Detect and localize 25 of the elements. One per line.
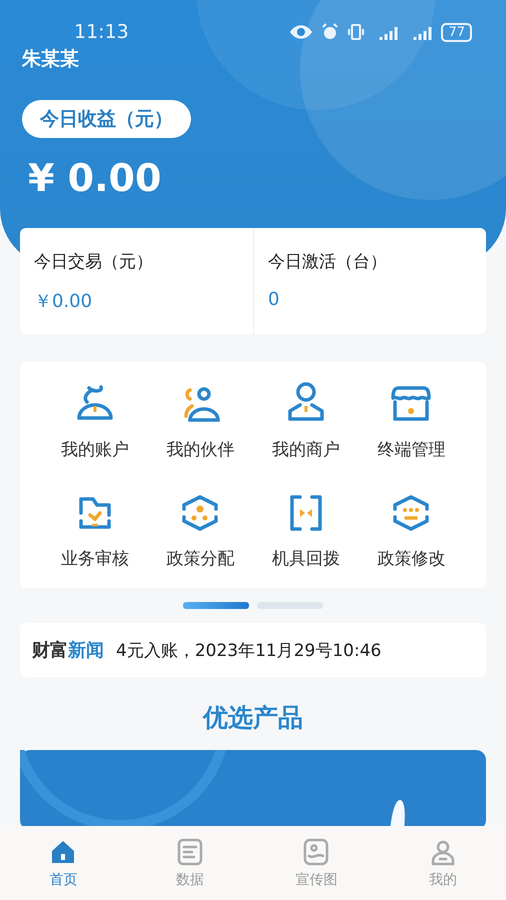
battery-level: 77: [441, 22, 472, 42]
menu-item[interactable]: 我的商户: [272, 438, 340, 461]
menu-item[interactable]: 政策修改: [377, 547, 446, 570]
stat-label: 今日激活（台）: [268, 251, 388, 273]
menu-item[interactable]: 机具回拨: [272, 547, 340, 570]
news-text: 4元入账，2023年11月29号10:46: [116, 640, 382, 662]
stat-value: ￥0.00: [34, 290, 94, 313]
stat-value: 0: [268, 289, 280, 310]
eye-icon: [289, 24, 314, 40]
status-time: 11:13: [74, 21, 129, 43]
vibrate-icon: [347, 23, 366, 41]
menu-item[interactable]: 我的账户: [60, 438, 129, 461]
section-title: 优选产品: [203, 702, 303, 734]
earnings-label: 今日收益（元）: [22, 100, 191, 138]
alarm-icon: [321, 23, 340, 41]
menu-item[interactable]: 终端管理: [377, 438, 446, 461]
menu-item[interactable]: 我的伙伴: [166, 438, 234, 461]
menu-item[interactable]: 政策分配: [166, 547, 234, 570]
user-name: 朱某某: [22, 47, 80, 72]
stat-label: 今日交易（元）: [34, 251, 154, 273]
image-icon: [301, 837, 332, 867]
news-title: 财富新闻: [32, 639, 104, 662]
menu-item[interactable]: 业务审核: [60, 547, 129, 570]
earnings-amount: ¥ 0.00: [28, 156, 162, 200]
nav-tab[interactable]: 首页: [0, 826, 126, 900]
